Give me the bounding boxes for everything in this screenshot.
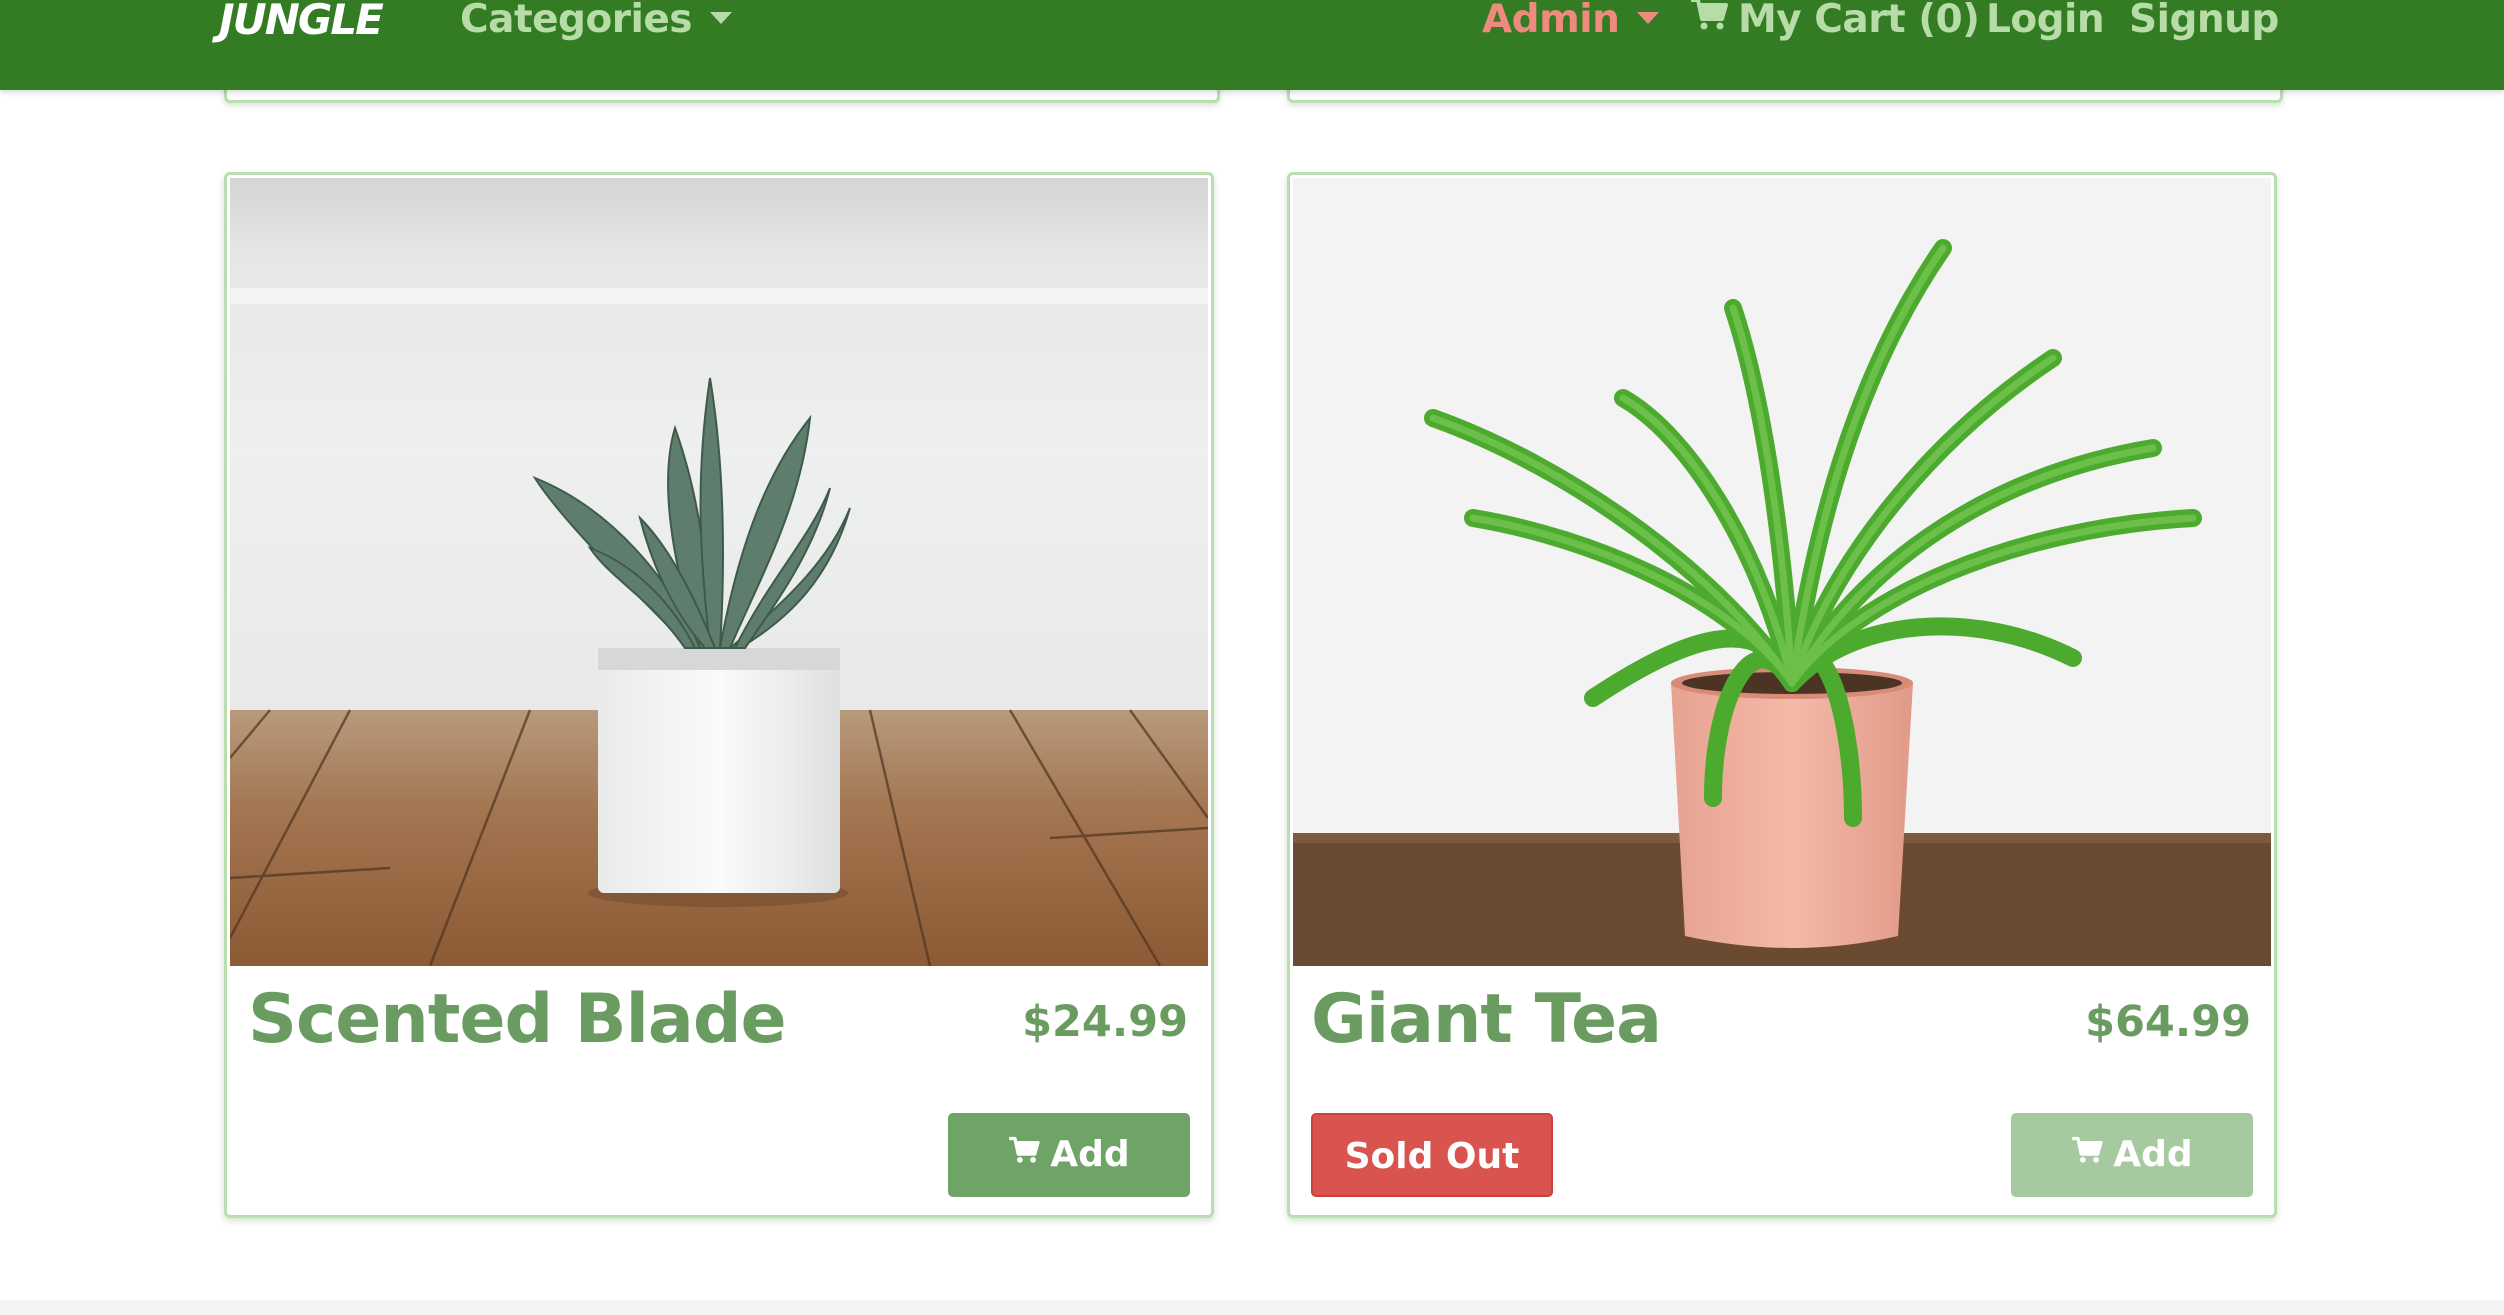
chevron-down-icon — [710, 11, 733, 24]
shopping-cart-icon — [1008, 1111, 1040, 1195]
add-button-label: Add — [2113, 1134, 2193, 1175]
signup-link[interactable]: Signup — [2129, 0, 2279, 45]
top-navbar: JUNGLE Categories Admin My Cart (0) Logi… — [0, 0, 2504, 90]
product-price: $24.99 — [1022, 997, 1188, 1047]
shopping-cart-icon — [1690, 0, 1728, 44]
login-link[interactable]: Login — [1986, 0, 2105, 45]
brand-logo[interactable]: JUNGLE — [219, 0, 384, 45]
chevron-down-icon — [1637, 11, 1660, 24]
add-to-cart-button[interactable]: Add — [948, 1113, 1190, 1197]
categories-dropdown[interactable]: Categories — [460, 0, 733, 45]
admin-label: Admin — [1482, 0, 1620, 42]
product-price: $64.99 — [2085, 997, 2251, 1047]
cart-link[interactable]: My Cart (0) — [1690, 0, 1980, 45]
product-name[interactable]: Giant Tea — [1311, 975, 1662, 1065]
admin-dropdown[interactable]: Admin — [1482, 0, 1660, 45]
product-card: Scented Blade $24.99 Add — [224, 172, 1214, 1218]
page-footer-edge — [0, 1300, 2504, 1315]
product-image-fern[interactable] — [1293, 178, 2271, 966]
cart-label: My Cart (0) — [1738, 0, 1980, 42]
product-name[interactable]: Scented Blade — [248, 975, 787, 1065]
add-to-cart-button-disabled[interactable]: Add — [2011, 1113, 2253, 1197]
add-button-label: Add — [1050, 1134, 1130, 1175]
product-image-succulent[interactable] — [230, 178, 1208, 966]
product-card: Giant Tea $64.99 Sold Out Add — [1287, 172, 2277, 1218]
sold-out-badge: Sold Out — [1311, 1113, 1553, 1197]
categories-label: Categories — [460, 0, 693, 42]
shopping-cart-icon — [2071, 1111, 2103, 1195]
